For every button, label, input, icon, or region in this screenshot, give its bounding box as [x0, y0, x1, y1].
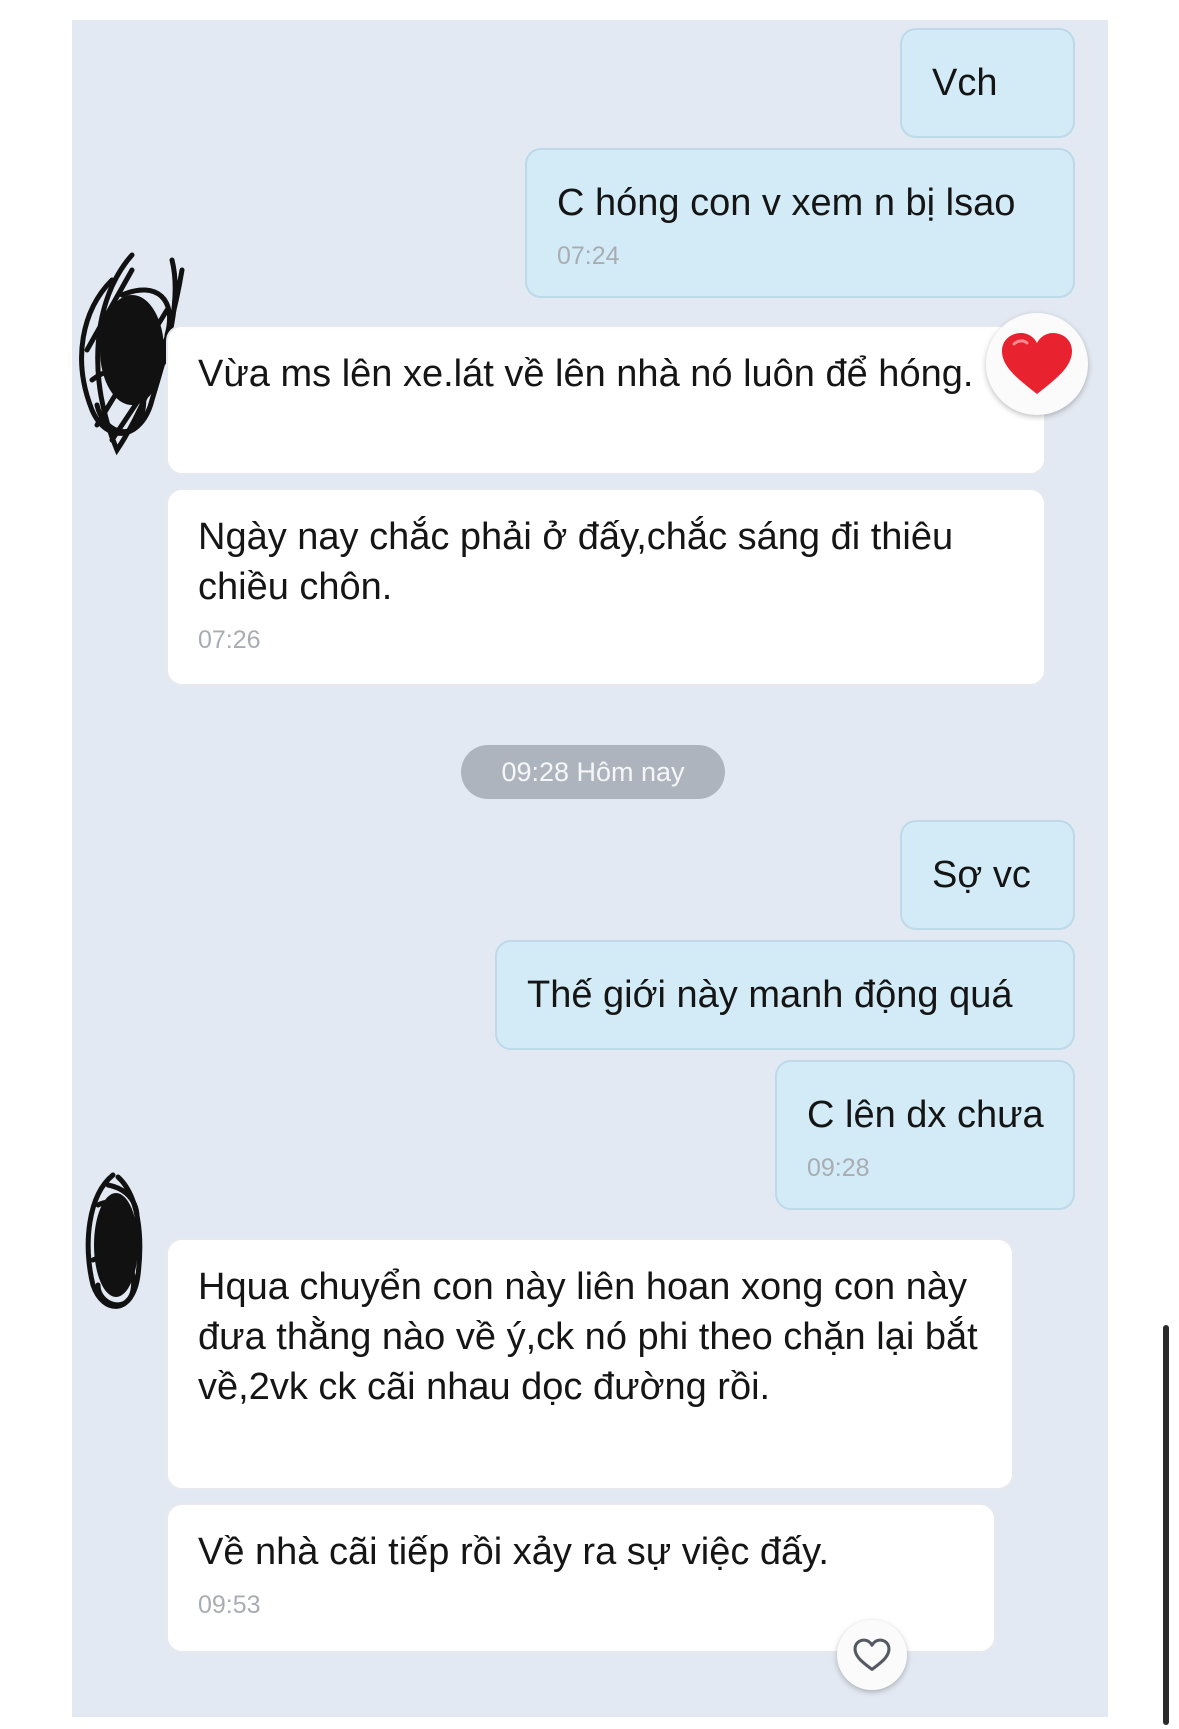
date-divider: 09:28 Hôm nay [461, 745, 725, 799]
outgoing-message[interactable]: C lên dx chưa 09:28 [775, 1060, 1075, 1210]
message-time: 07:24 [557, 242, 620, 270]
message-text: C hóng con v xem n bị lsao [557, 182, 1016, 224]
react-button[interactable] [837, 1620, 907, 1690]
heart-reaction[interactable] [986, 313, 1088, 415]
message-text: Ngày nay chắc phải ở đấy,chắc sáng đi th… [198, 516, 954, 608]
message-text: Thế giới này manh động quá [527, 974, 1013, 1016]
incoming-message[interactable]: Hqua chuyển con này liên hoan xong con n… [166, 1238, 1014, 1490]
message-text: Sợ vc [932, 854, 1031, 896]
outgoing-message[interactable]: C hóng con v xem n bị lsao 07:24 [525, 148, 1075, 298]
message-text: Về nhà cãi tiếp rồi xảy ra sự việc đấy. [198, 1531, 829, 1573]
scrollbar[interactable] [1163, 1325, 1169, 1725]
message-time: 09:53 [198, 1591, 261, 1619]
heart-icon [1002, 333, 1072, 394]
heart-outline-icon [853, 1638, 891, 1671]
message-text: Hqua chuyển con này liên hoan xong con n… [198, 1266, 978, 1408]
message-time: 07:26 [198, 626, 261, 654]
message-time: 09:28 [807, 1154, 870, 1182]
outgoing-message[interactable]: Thế giới này manh động quá [495, 940, 1075, 1050]
outgoing-message[interactable]: Sợ vc [900, 820, 1075, 930]
outgoing-message[interactable]: Vch [900, 28, 1075, 138]
incoming-message[interactable]: Ngày nay chắc phải ở đấy,chắc sáng đi th… [166, 488, 1046, 686]
message-text: Vch [932, 62, 998, 104]
incoming-message[interactable]: Vừa ms lên xe.lát về lên nhà nó luôn để … [166, 325, 1046, 475]
message-text: Vừa ms lên xe.lát về lên nhà nó luôn để … [198, 353, 974, 395]
chat-area[interactable]: Vch C hóng con v xem n bị lsao 07:24 Vừa… [72, 20, 1108, 1717]
message-text: C lên dx chưa [807, 1094, 1044, 1136]
contact-avatar[interactable] [78, 1165, 158, 1325]
